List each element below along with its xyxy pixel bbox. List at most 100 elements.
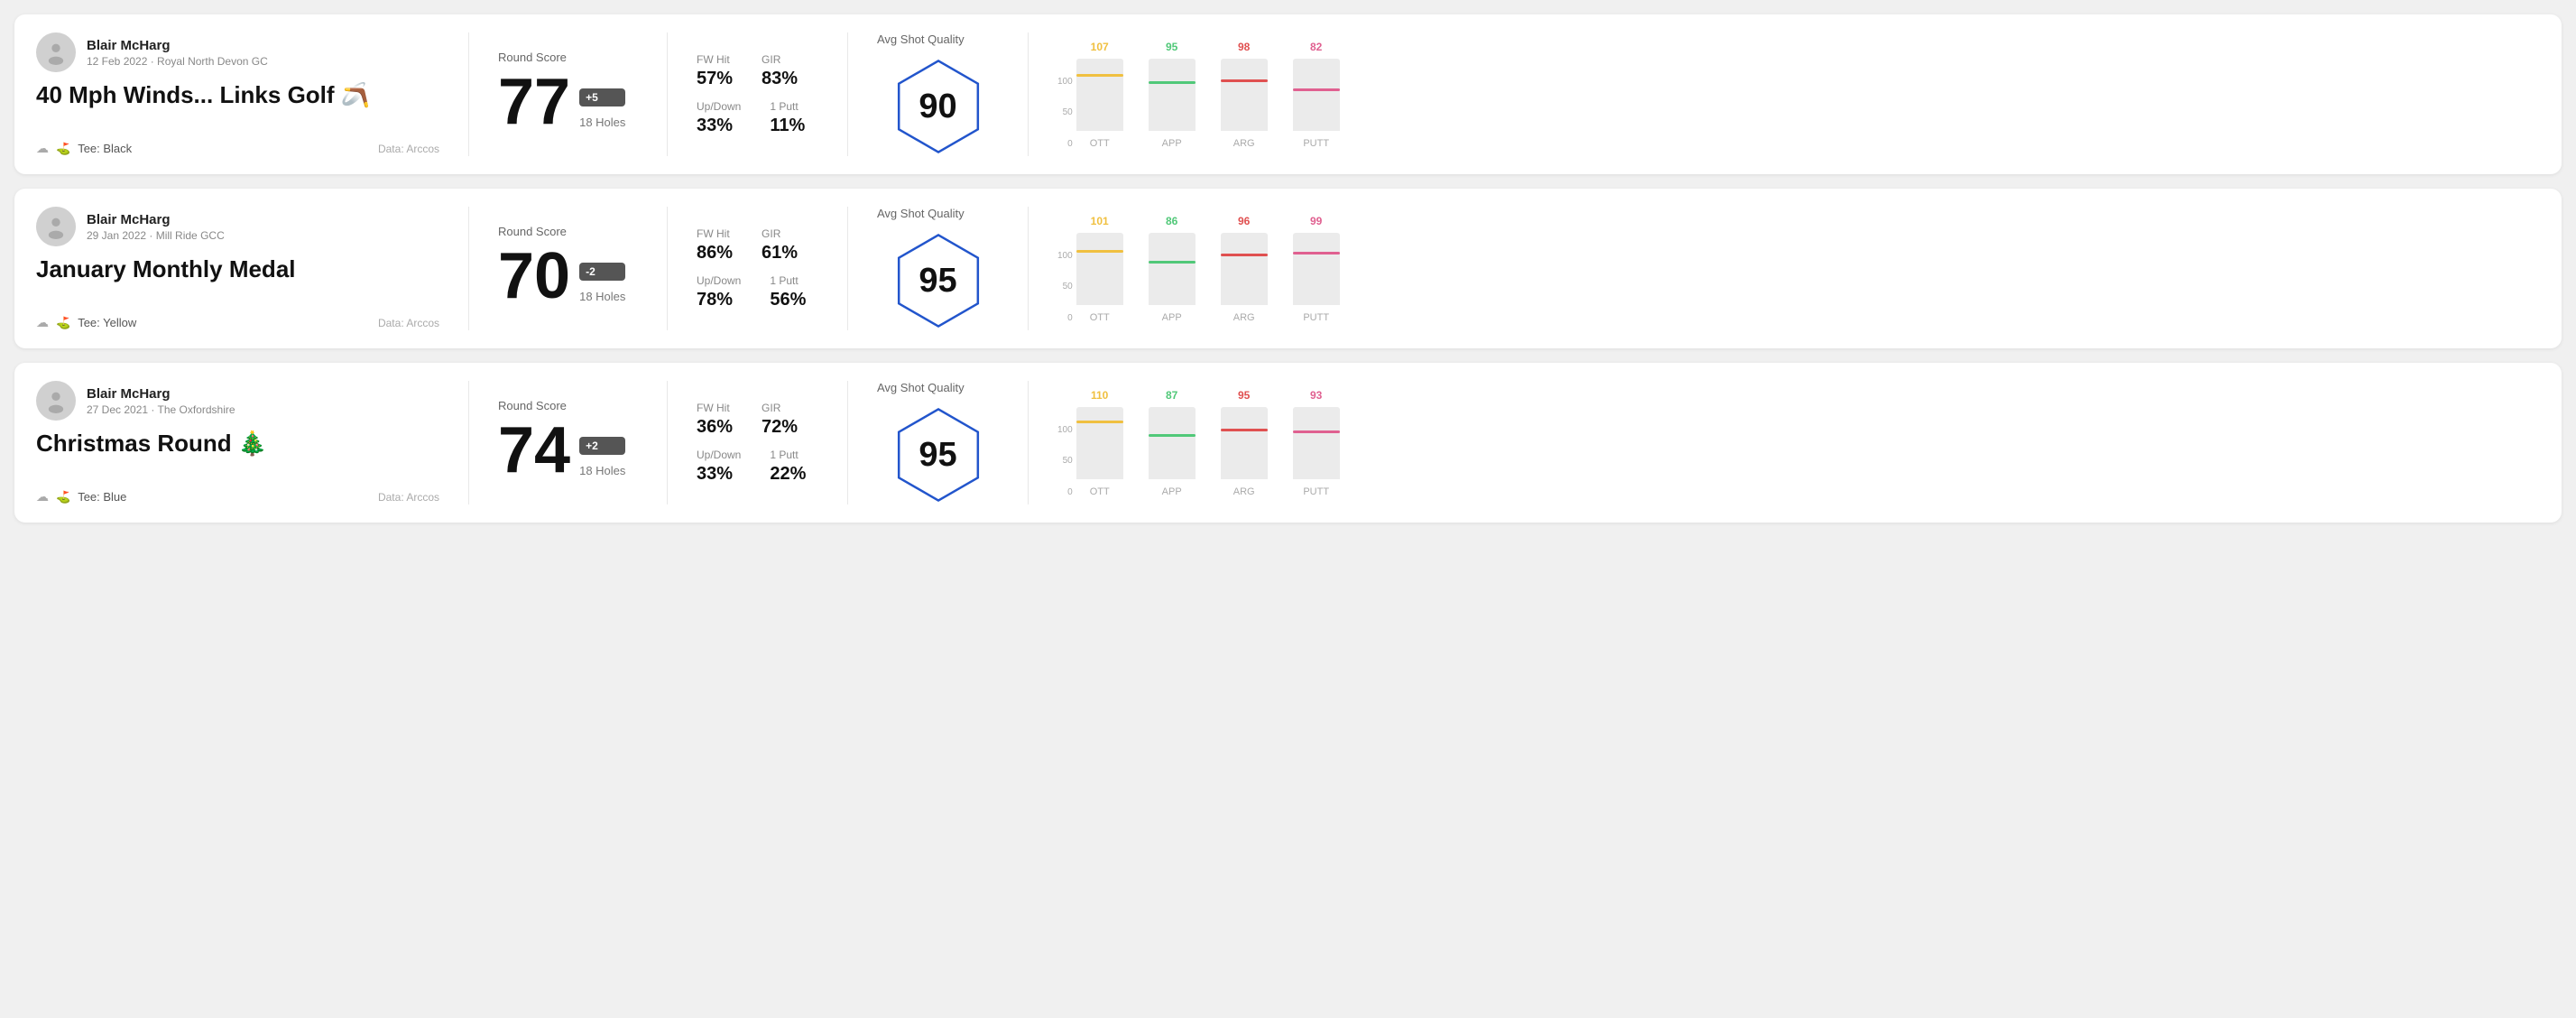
round-title: Christmas Round 🎄 (36, 430, 439, 458)
card-left: Blair McHarg 27 Dec 2021 · The Oxfordshi… (36, 381, 469, 504)
bar-bg-putt (1293, 407, 1340, 479)
bar-line-putt (1293, 252, 1340, 255)
bar-wrapper-putt (1293, 233, 1340, 305)
bar-group-arg: 95 ARG (1221, 389, 1268, 497)
score-row: 74 +2 18 Holes (498, 418, 638, 483)
round-title: January Monthly Medal (36, 255, 439, 283)
card-stats: FW Hit 86% GIR 61% Up/Down 78% 1 Putt 56… (668, 207, 848, 330)
bar-value-arg: 98 (1238, 41, 1250, 53)
score-row: 70 -2 18 Holes (498, 244, 638, 309)
tee-label: Tee: Blue (78, 490, 126, 504)
score-badge: +2 (579, 437, 625, 455)
bar-xlabel-arg: ARG (1233, 486, 1255, 497)
bar-xlabel-ott: OTT (1090, 138, 1110, 149)
avatar (36, 32, 76, 72)
round-card: Blair McHarg 27 Dec 2021 · The Oxfordshi… (14, 363, 2562, 523)
big-score: 70 (498, 244, 570, 309)
card-quality: Avg Shot Quality 90 (848, 32, 1029, 156)
fw-hit-stat: FW Hit 36% (697, 402, 733, 438)
bar-bg-app (1149, 233, 1196, 305)
quality-label: Avg Shot Quality (877, 32, 965, 46)
bar-line-app (1149, 261, 1196, 264)
round-card: Blair McHarg 12 Feb 2022 · Royal North D… (14, 14, 2562, 174)
round-score-label: Round Score (498, 399, 638, 412)
wind-icon: ⛳ (56, 316, 70, 330)
bar-value-putt: 82 (1310, 41, 1322, 53)
card-mid: Round Score 77 +5 18 Holes (469, 32, 668, 156)
tee-label: Tee: Black (78, 142, 132, 155)
quality-score: 90 (919, 88, 956, 126)
up-down-stat: Up/Down 33% (697, 100, 741, 136)
bar-xlabel-putt: PUTT (1303, 138, 1329, 149)
user-name: Blair McHarg (87, 212, 225, 227)
card-stats: FW Hit 36% GIR 72% Up/Down 33% 1 Putt 22… (668, 381, 848, 504)
card-left: Blair McHarg 29 Jan 2022 · Mill Ride GCC… (36, 207, 469, 330)
bar-group-putt: 82 PUTT (1293, 41, 1340, 149)
avatar (36, 381, 76, 421)
holes-label: 18 Holes (579, 290, 625, 303)
fw-hit-value: 57% (697, 69, 733, 89)
bar-group-putt: 93 PUTT (1293, 389, 1340, 497)
user-icon (43, 40, 69, 65)
cloud-icon: ☁ (36, 141, 49, 156)
fw-hit-stat: FW Hit 86% (697, 227, 733, 264)
fw-hit-value: 36% (697, 417, 733, 438)
score-row: 77 +5 18 Holes (498, 69, 638, 134)
one-putt-label: 1 Putt (770, 100, 805, 113)
gir-label: GIR (762, 53, 798, 66)
bar-value-arg: 95 (1238, 389, 1250, 402)
wind-icon: ⛳ (56, 490, 70, 504)
bar-wrapper-ott (1076, 233, 1123, 305)
bar-line-arg (1221, 254, 1268, 256)
bar-value-app: 87 (1166, 389, 1177, 402)
one-putt-label: 1 Putt (770, 449, 806, 461)
hexagon-container: 95 (889, 405, 988, 504)
user-header: Blair McHarg 29 Jan 2022 · Mill Ride GCC (36, 207, 439, 246)
quality-label: Avg Shot Quality (877, 207, 965, 220)
bar-xlabel-arg: ARG (1233, 138, 1255, 149)
stats-row-1: FW Hit 36% GIR 72% (697, 402, 818, 438)
up-down-stat: Up/Down 78% (697, 274, 741, 310)
bar-bg-arg (1221, 233, 1268, 305)
bar-group-app: 87 APP (1149, 389, 1196, 497)
bar-xlabel-app: APP (1162, 138, 1182, 149)
user-header: Blair McHarg 27 Dec 2021 · The Oxfordshi… (36, 381, 439, 421)
quality-label: Avg Shot Quality (877, 381, 965, 394)
bar-line-app (1149, 434, 1196, 437)
bar-line-ott (1076, 421, 1123, 423)
fw-hit-label: FW Hit (697, 227, 733, 240)
stats-row-2: Up/Down 33% 1 Putt 11% (697, 100, 818, 136)
bar-line-putt (1293, 88, 1340, 91)
bar-wrapper-app (1149, 407, 1196, 479)
gir-label: GIR (762, 402, 798, 414)
gir-value: 83% (762, 69, 798, 89)
stats-row-1: FW Hit 57% GIR 83% (697, 53, 818, 89)
bar-xlabel-app: APP (1162, 486, 1182, 497)
card-footer: ☁ ⛳ Tee: Yellow Data: Arccos (36, 315, 439, 330)
bar-wrapper-arg (1221, 407, 1268, 479)
big-score: 74 (498, 418, 570, 483)
card-left: Blair McHarg 12 Feb 2022 · Royal North D… (36, 32, 469, 156)
bar-value-ott: 110 (1091, 389, 1108, 402)
bar-wrapper-app (1149, 59, 1196, 131)
data-source: Data: Arccos (378, 491, 439, 504)
bar-line-arg (1221, 79, 1268, 82)
one-putt-value: 22% (770, 464, 806, 485)
user-info: Blair McHarg 27 Dec 2021 · The Oxfordshi… (87, 386, 235, 416)
stats-row-1: FW Hit 86% GIR 61% (697, 227, 818, 264)
card-chart: 100 50 0 101 OTT 86 APP (1029, 207, 2540, 330)
gir-stat: GIR 61% (762, 227, 798, 264)
up-down-stat: Up/Down 33% (697, 449, 741, 485)
one-putt-label: 1 Putt (770, 274, 806, 287)
bar-wrapper-app (1149, 233, 1196, 305)
tee-label: Tee: Yellow (78, 316, 136, 329)
fw-hit-label: FW Hit (697, 53, 733, 66)
bar-line-ott (1076, 250, 1123, 253)
big-score: 77 (498, 69, 570, 134)
bar-group-arg: 98 ARG (1221, 41, 1268, 149)
bar-line-arg (1221, 429, 1268, 431)
bar-bg-putt (1293, 59, 1340, 131)
bar-xlabel-ott: OTT (1090, 486, 1110, 497)
bar-group-app: 95 APP (1149, 41, 1196, 149)
score-badge: +5 (579, 88, 625, 106)
